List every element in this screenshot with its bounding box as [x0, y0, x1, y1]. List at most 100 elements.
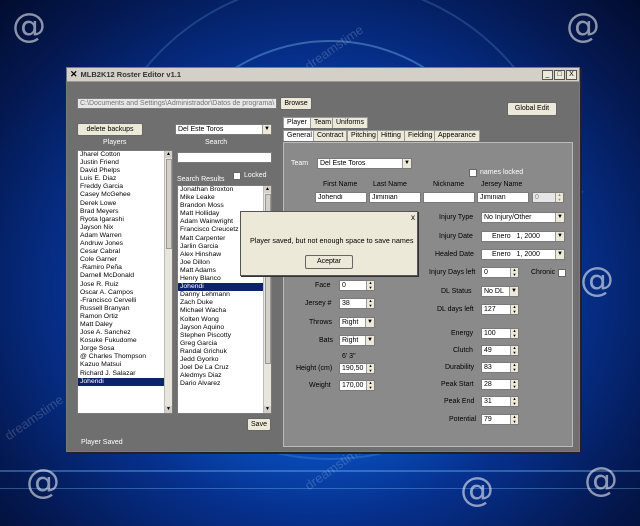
healed-date-picker[interactable]: Enero 1, 2000 ▼ — [481, 249, 565, 260]
throws-select[interactable]: Right ▼ — [339, 317, 375, 328]
player-list-item[interactable]: Andruw Jones — [78, 240, 164, 248]
player-list-item[interactable]: Oscar A. Campos — [78, 289, 164, 297]
subtab-fielding[interactable]: Fielding — [404, 130, 437, 141]
player-list-item[interactable]: Casey McGehee — [78, 191, 164, 199]
player-list-item[interactable]: Cole Garner — [78, 256, 164, 264]
weight-spinner[interactable]: 170,00 ▲ ▼ — [339, 380, 375, 391]
player-list-item[interactable]: -Francisco Cervelli — [78, 297, 164, 305]
search-result-item[interactable]: Dario Alvarez — [178, 380, 263, 388]
clutch-spinner[interactable]: 49 ▲ ▼ — [481, 345, 519, 356]
player-list-item[interactable]: Justin Friend — [78, 159, 164, 167]
dl-days-spinner[interactable]: 127 ▲ ▼ — [481, 304, 519, 315]
save-button[interactable]: Save — [247, 418, 271, 431]
jersey-name-input[interactable] — [477, 192, 529, 203]
spinner-arrows-icon[interactable]: ▲ ▼ — [510, 304, 518, 314]
spinner-arrows-icon[interactable]: ▲ ▼ — [366, 298, 374, 308]
player-list-item[interactable]: Luis E. Diaz — [78, 175, 164, 183]
player-list-item[interactable]: Kazuo Matsui — [78, 361, 164, 369]
search-result-item[interactable]: Jonathan Broxton — [178, 186, 263, 194]
search-result-item[interactable]: Zach Duke — [178, 299, 263, 307]
search-result-item[interactable]: Danny Lehmann — [178, 291, 263, 299]
bats-select[interactable]: Right ▼ — [339, 335, 375, 346]
injury-days-spinner[interactable]: 0 ▲ ▼ — [481, 267, 519, 278]
player-team-select[interactable]: Del Este Toros ▼ — [317, 158, 412, 169]
subtab-pitching[interactable]: Pitching — [347, 130, 380, 141]
subtab-contract[interactable]: Contract — [313, 130, 348, 141]
close-button[interactable]: X — [566, 69, 577, 80]
search-result-item[interactable]: Mike Leake — [178, 194, 263, 202]
path-field[interactable]: C:\Documents and Settings\Administrador\… — [77, 98, 277, 109]
player-list-item[interactable]: Jayson Nix — [78, 224, 164, 232]
player-list-item[interactable]: Cesar Cabral — [78, 248, 164, 256]
dl-status-select[interactable]: No DL ▼ — [481, 286, 519, 297]
player-list-item[interactable]: Matt Daley — [78, 321, 164, 329]
players-list[interactable]: Jharel Cotton Justin Friend David Phelps Lu… — [77, 150, 173, 414]
spinner-arrows-icon[interactable]: ▲ ▼ — [510, 345, 518, 355]
search-result-item[interactable]: Johendi — [178, 283, 263, 292]
spinner-arrows-icon[interactable]: ▲ ▼ — [510, 379, 518, 389]
player-list-item[interactable]: Derek Lowe — [78, 200, 164, 208]
player-list-item[interactable]: Jorge Sosa — [78, 345, 164, 353]
durability-spinner[interactable]: 83 ▲ ▼ — [481, 362, 519, 373]
tab-uniforms[interactable]: Uniforms — [332, 117, 369, 128]
search-result-item[interactable]: Brandon Moss — [178, 202, 263, 210]
search-result-item[interactable]: Randal Grichuk — [178, 348, 263, 356]
search-input[interactable] — [177, 152, 272, 163]
spinner-arrows-icon[interactable]: ▲ ▼ — [366, 380, 374, 390]
energy-spinner[interactable]: 100 ▲ ▼ — [481, 328, 519, 339]
height-spinner[interactable]: 190,50 ▲ ▼ — [339, 363, 375, 374]
search-result-item[interactable]: Kolten Wong — [178, 316, 263, 324]
dialog-close-button[interactable]: x — [411, 213, 415, 222]
search-result-item[interactable]: Greg Garcia — [178, 340, 263, 348]
scroll-down-icon[interactable]: ▼ — [264, 406, 271, 413]
search-result-item[interactable]: Jayson Aquino — [178, 324, 263, 332]
spinner-arrows-icon[interactable]: ▲ ▼ — [510, 267, 518, 277]
spinner-arrows-icon[interactable]: ▲ ▼ — [555, 192, 563, 202]
potential-spinner[interactable]: 79 ▲ ▼ — [481, 414, 519, 425]
player-list-item[interactable]: Jharel Cotton — [78, 151, 164, 159]
player-list-item[interactable]: Freddy Garcia — [78, 183, 164, 191]
locked-checkbox[interactable] — [233, 172, 241, 180]
last-name-input[interactable] — [369, 192, 421, 203]
spinner-arrows-icon[interactable]: ▲ ▼ — [366, 363, 374, 373]
injury-date-picker[interactable]: Enero 1, 2000 ▼ — [481, 231, 565, 242]
scroll-down-icon[interactable]: ▼ — [165, 406, 172, 413]
search-result-item[interactable]: Joel De La Cruz — [178, 364, 263, 372]
subtab-general[interactable]: General — [283, 130, 316, 141]
spinner-arrows-icon[interactable]: ▲ ▼ — [510, 396, 518, 406]
player-list-item[interactable]: Russell Branyan — [78, 305, 164, 313]
peak-end-spinner[interactable]: 31 ▲ ▼ — [481, 396, 519, 407]
player-list-item[interactable]: Adam Warren — [78, 232, 164, 240]
spinner-arrows-icon[interactable]: ▲ ▼ — [510, 414, 518, 424]
chronic-checkbox[interactable] — [558, 269, 566, 277]
player-list-item[interactable]: Jose A. Sanchez — [78, 329, 164, 337]
player-list-item[interactable]: Johendi — [78, 377, 164, 386]
search-result-item[interactable]: Stephen Piscotty — [178, 332, 263, 340]
jersey-name-spinner[interactable]: 0 ▲ ▼ — [532, 192, 564, 203]
injury-type-select[interactable]: No Injury/Other ▼ — [481, 212, 565, 223]
search-result-item[interactable]: Aledmys Diaz — [178, 372, 263, 380]
jersey-number-spinner[interactable]: 38 ▲ ▼ — [339, 298, 375, 309]
player-list-item[interactable]: -Ramiro Peña — [78, 264, 164, 272]
face-spinner[interactable]: 0 ▲ ▼ — [339, 280, 375, 291]
maximize-button[interactable]: □ — [554, 69, 565, 80]
spinner-arrows-icon[interactable]: ▲ ▼ — [510, 328, 518, 338]
global-edit-button[interactable]: Global Edit — [507, 102, 557, 116]
search-result-item[interactable]: Henry Blanco — [178, 275, 263, 283]
search-result-item[interactable]: Michael Wacha — [178, 307, 263, 315]
names-locked-checkbox[interactable] — [469, 169, 477, 177]
search-result-item[interactable]: Jedd Gyorko — [178, 356, 263, 364]
player-list-item[interactable]: Kosuke Fukudome — [78, 337, 164, 345]
delete-backups-button[interactable]: delete backups — [77, 123, 143, 136]
player-list-item[interactable]: Ryota Igarashi — [78, 216, 164, 224]
player-list-item[interactable]: Jose R. Ruiz — [78, 281, 164, 289]
peak-start-spinner[interactable]: 28 ▲ ▼ — [481, 379, 519, 390]
players-scrollbar[interactable]: ▲ ▼ — [164, 151, 172, 413]
dialog-ok-button[interactable]: Aceptar — [305, 255, 353, 269]
scroll-up-icon[interactable]: ▲ — [264, 186, 271, 193]
subtab-hitting[interactable]: Hitting — [377, 130, 405, 141]
spinner-arrows-icon[interactable]: ▲ ▼ — [366, 280, 374, 290]
scroll-thumb[interactable] — [166, 159, 172, 249]
player-list-item[interactable]: Ramon Ortiz — [78, 313, 164, 321]
subtab-appearance[interactable]: Appearance — [434, 130, 480, 141]
